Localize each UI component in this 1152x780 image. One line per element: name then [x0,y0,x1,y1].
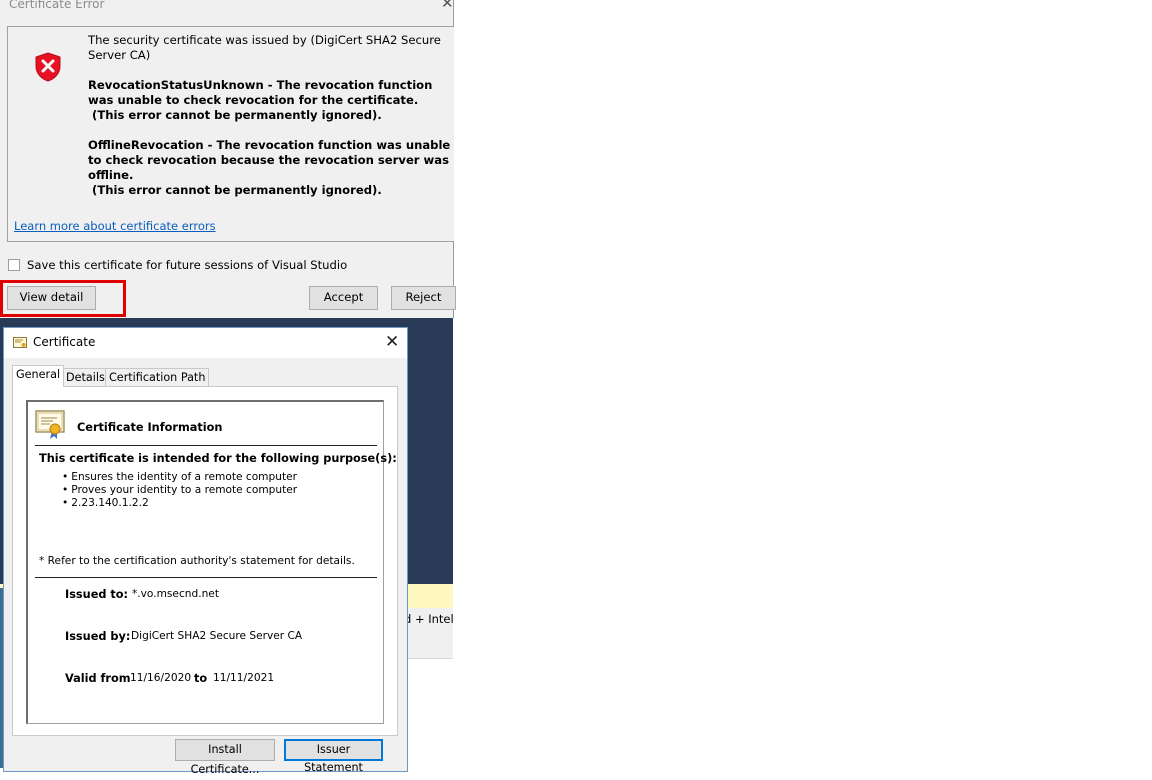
error1-line: RevocationStatusUnknown - The revocation… [88,78,433,107]
learn-more-link[interactable]: Learn more about certificate errors [14,219,216,233]
accept-button[interactable]: Accept [309,286,378,310]
tab-details[interactable]: Details [62,368,109,387]
divider [35,445,377,446]
valid-to-value: 11/11/2021 [213,672,275,684]
divider [35,577,377,578]
issued-to-value: *.vo.msecnd.net [132,588,219,600]
purpose-list: Ensures the identity of a remote compute… [62,471,297,510]
tab-certification-path[interactable]: Certification Path [105,368,210,387]
view-detail-highlight-box [0,280,126,317]
valid-to-label: to [194,672,208,685]
valid-from-label: Valid from [65,672,131,685]
certificate-icon [35,410,65,439]
install-certificate-button[interactable]: Install Certificate... [175,739,275,776]
save-certificate-checkbox[interactable] [8,259,20,271]
close-icon[interactable]: ✕ [385,332,399,352]
list-item: Proves your identity to a remote compute… [62,484,297,497]
save-certificate-label: Save this certificate for future session… [27,258,348,272]
shield-error-icon [35,52,61,82]
tab-general[interactable]: General [12,365,65,387]
reject-button[interactable]: Reject [391,286,456,310]
error1-note: (This error cannot be permanently ignore… [92,108,382,122]
list-item: Ensures the identity of a remote compute… [62,471,297,484]
error2-line: OfflineRevocation - The revocation funct… [88,138,451,182]
certificate-dialog-title: Certificate [33,335,96,349]
purpose-heading: This certificate is intended for the fol… [39,452,397,465]
error2-note: (This error cannot be permanently ignore… [92,183,382,197]
error-message-text: The security certificate was issued by (… [88,33,454,213]
close-icon[interactable]: ✕ [441,0,454,12]
issued-by-label: Issued by: [65,630,131,643]
certificate-small-icon [13,337,27,348]
issued-to-label: Issued to: [65,588,129,601]
valid-from-value: 11/16/2020 [130,672,192,684]
error-offline-revocation: OfflineRevocation - The revocation funct… [88,138,454,198]
issuer-message: The security certificate was issued by (… [88,33,441,62]
background-fragment-text: d + Intel [404,612,454,626]
refer-note: * Refer to the certification authority's… [39,555,355,567]
issuer-statement-button[interactable]: Issuer Statement [284,739,383,774]
certificate-info-title: Certificate Information [77,421,223,434]
list-item: 2.23.140.1.2.2 [62,497,297,510]
certificate-error-title: Certificate Error [9,0,105,11]
issued-by-value: DigiCert SHA2 Secure Server CA [131,630,303,642]
error-revocation-unknown: RevocationStatusUnknown - The revocation… [88,78,454,123]
